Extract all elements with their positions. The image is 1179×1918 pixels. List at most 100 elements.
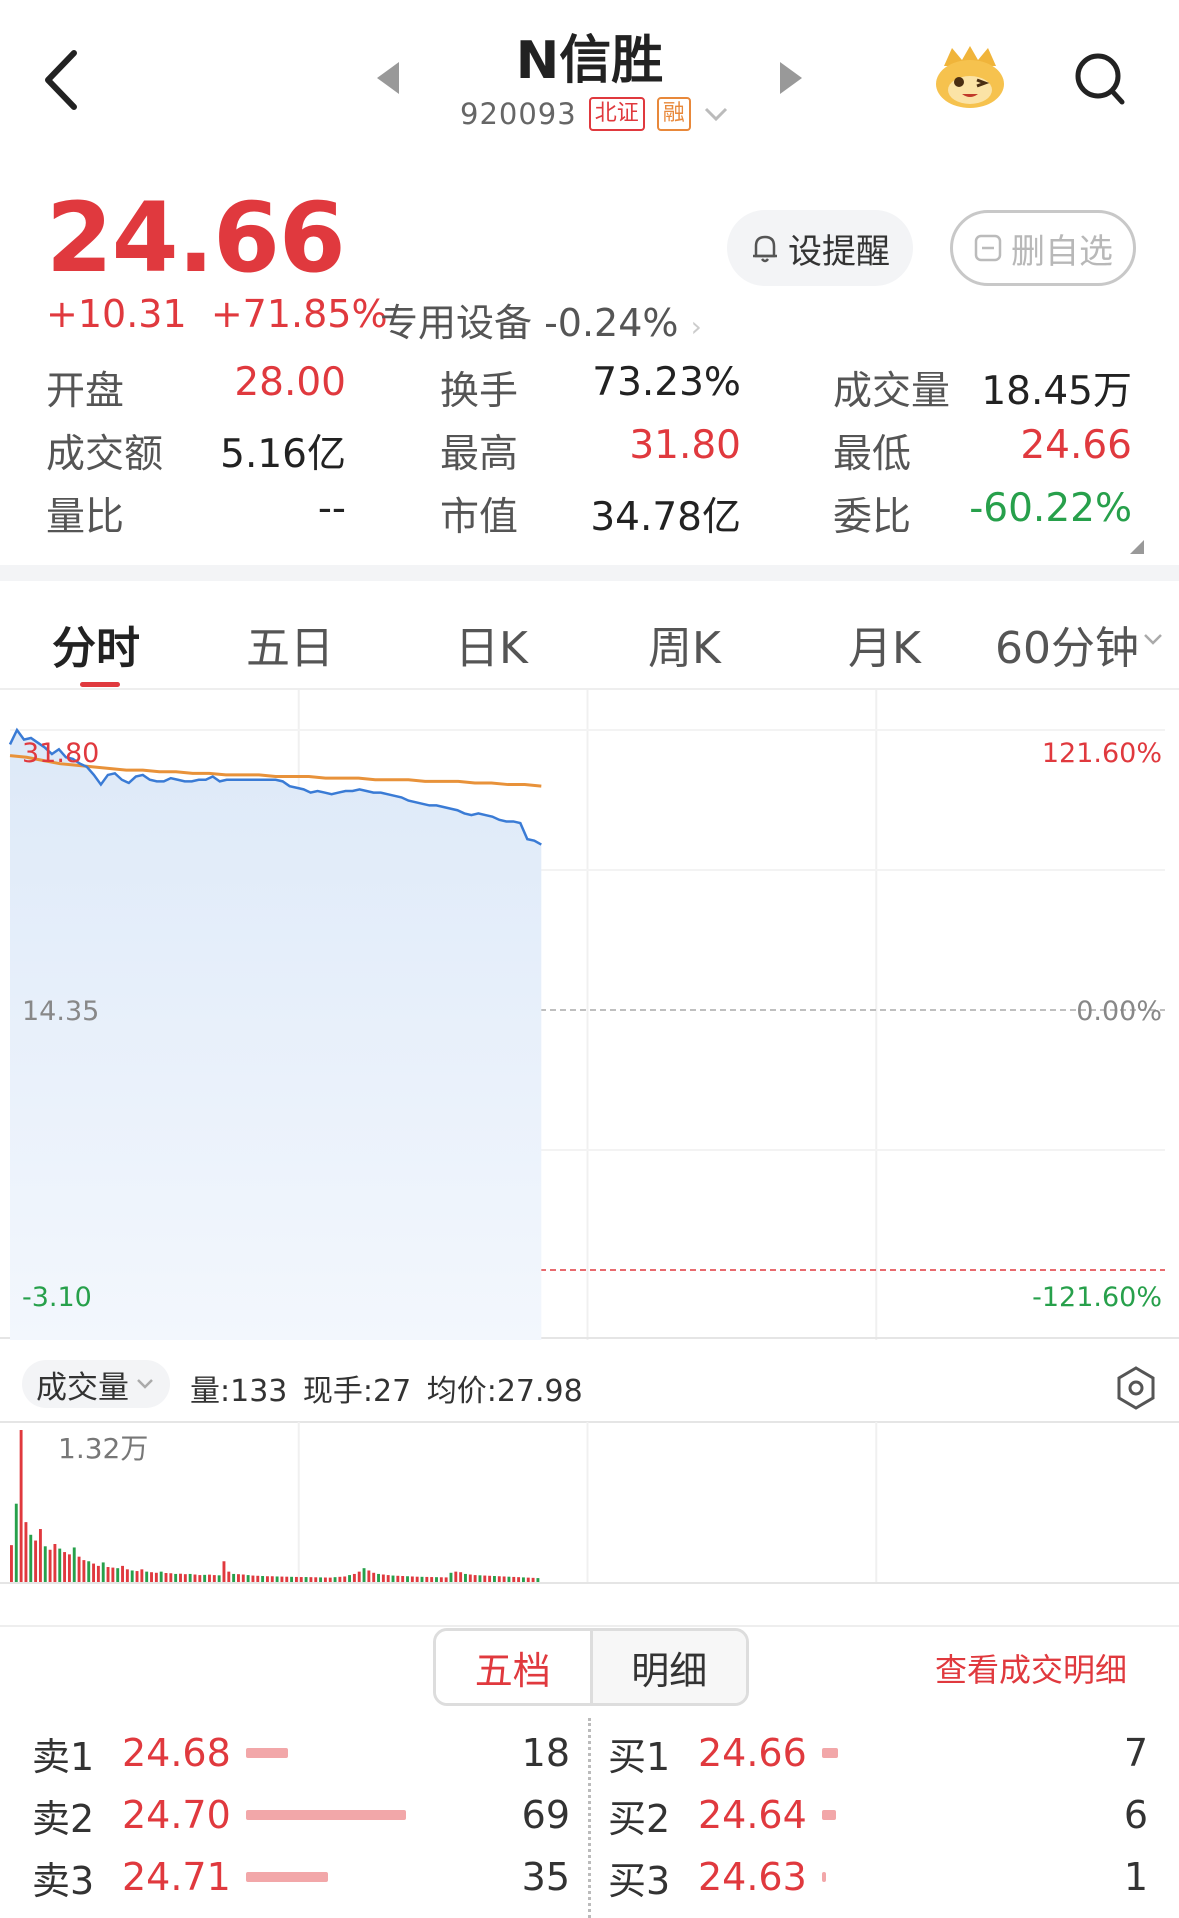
intraday-chart[interactable]: 31.80 14.35 -3.10 121.60% 0.00% -121.60% (0, 690, 1179, 1340)
stat-label: 市值 (440, 495, 519, 540)
sell-level-price: 24.70 (122, 1793, 231, 1837)
volume-bar (63, 1552, 67, 1582)
stat-label: 最低 (833, 432, 912, 477)
volume-indicator-select[interactable]: 成交量 (22, 1360, 170, 1408)
expand-corner-icon[interactable] (1130, 540, 1144, 554)
volume-bar (154, 1572, 158, 1582)
volume-bar (357, 1571, 361, 1582)
tab-1[interactable]: 五日 (246, 612, 334, 676)
buy-level-price: 24.63 (698, 1855, 807, 1899)
price-change-pct: +71.85% (210, 292, 388, 336)
tab-4[interactable]: 月K (848, 612, 921, 676)
volume-bar (58, 1548, 62, 1582)
volume-bar (459, 1572, 463, 1582)
remove-watchlist-button[interactable]: 删自选 (950, 210, 1136, 286)
search-icon[interactable] (1072, 48, 1128, 108)
volume-bar (290, 1576, 294, 1582)
sell-level-price: 24.71 (122, 1855, 231, 1899)
sell-level-row[interactable]: 卖1 24.68 18 (32, 1728, 570, 1779)
set-alert-button[interactable]: 设提醒 (727, 210, 913, 286)
volume-bar (343, 1576, 347, 1582)
volume-max-label: 1.32万 (58, 1432, 148, 1465)
next-stock-icon[interactable] (780, 62, 802, 94)
tab-five-levels[interactable]: 五档 (436, 1631, 590, 1703)
tab-2[interactable]: 日K (455, 612, 528, 676)
settings-hex-icon[interactable] (1112, 1364, 1160, 1412)
volume-bar (483, 1575, 487, 1582)
sector-link[interactable]: 专用设备 -0.24% › (380, 292, 702, 347)
volume-bar (43, 1546, 47, 1582)
price-change-abs: +10.31 (46, 292, 187, 336)
stat-label: 换手 (440, 369, 519, 414)
volume-bar (536, 1578, 540, 1582)
volume-bar (48, 1549, 52, 1582)
volume-bar (333, 1577, 337, 1582)
pct-axis-bottom: -121.60% (1032, 1282, 1162, 1313)
volume-bar (241, 1574, 245, 1582)
buy-level-label: 买3 (608, 1858, 671, 1903)
volume-bar (372, 1572, 376, 1582)
active-tab-underline (80, 682, 120, 687)
buy-level-price: 24.64 (698, 1793, 807, 1837)
sell-level-bar (246, 1748, 288, 1758)
volume-bar (251, 1575, 255, 1582)
tab-3[interactable]: 周K (648, 612, 721, 676)
mascot-icon[interactable] (930, 42, 1010, 112)
volume-bar (92, 1563, 96, 1582)
sell-level-row[interactable]: 卖3 24.71 35 (32, 1852, 570, 1903)
volume-bar (464, 1573, 467, 1582)
volume-info: 量:133 现手:27 均价:27.98 (190, 1374, 583, 1409)
volume-bar (362, 1568, 366, 1582)
volume-bar (526, 1577, 530, 1582)
buy-level-row[interactable]: 买3 24.63 1 (608, 1852, 1148, 1903)
sell-level-label: 卖1 (32, 1734, 95, 1779)
tab-0[interactable]: 分时 (52, 612, 140, 676)
tab-trade-details[interactable]: 明细 (589, 1631, 746, 1703)
volume-bar (309, 1577, 313, 1582)
volume-bar (348, 1575, 351, 1582)
volume-bar (222, 1561, 226, 1582)
orderbook-divider (0, 1625, 1179, 1627)
volume-bar (111, 1567, 115, 1582)
tab-5[interactable]: 60分钟 (995, 612, 1139, 676)
volume-bar (116, 1568, 120, 1582)
stock-code-row[interactable]: 920093 北证 融 (460, 94, 729, 134)
buy-level-label: 买2 (608, 1796, 671, 1841)
volume-bar (488, 1575, 492, 1582)
view-trade-details-link[interactable]: 查看成交明细 (935, 1645, 1127, 1691)
volume-bar (125, 1569, 129, 1582)
volume-bar (53, 1544, 57, 1582)
buy-level-bar (822, 1872, 826, 1882)
sell-level-row[interactable]: 卖2 24.70 69 (32, 1790, 570, 1841)
exchange-tag: 北证 (588, 97, 645, 131)
volume-bar (406, 1576, 409, 1582)
sell-level-price: 24.68 (122, 1731, 231, 1775)
volume-bar (77, 1556, 81, 1582)
price-axis-top: 31.80 (22, 738, 99, 769)
volume-bar (294, 1576, 298, 1582)
stat-value: 34.78亿 (590, 495, 741, 540)
buy-level-qty: 1 (1123, 1855, 1148, 1899)
volume-bar (449, 1572, 453, 1582)
volume-bar (280, 1576, 284, 1582)
volume-bar (29, 1534, 33, 1582)
price-axis-bottom: -3.10 (22, 1282, 92, 1313)
volume-bar (352, 1573, 356, 1582)
volume-bar (198, 1575, 202, 1582)
buy-level-row[interactable]: 买1 24.66 7 (608, 1728, 1148, 1779)
volume-bar (473, 1575, 477, 1582)
stat-value: -60.22% (969, 486, 1132, 531)
volume-bar (193, 1574, 197, 1582)
price-change: +10.31 +71.85% (46, 292, 388, 336)
buy-level-row[interactable]: 买2 24.64 6 (608, 1790, 1148, 1841)
volume-bar (299, 1577, 303, 1582)
volume-bar (502, 1576, 506, 1582)
sell-level-qty: 18 (521, 1731, 570, 1775)
price-area (10, 730, 542, 1340)
stat-label: 量比 (46, 495, 125, 540)
volume-bar (517, 1577, 521, 1582)
volume-bar (121, 1565, 124, 1582)
volume-bar (396, 1575, 400, 1582)
volume-bar (275, 1576, 279, 1582)
volume-bar (367, 1570, 371, 1582)
